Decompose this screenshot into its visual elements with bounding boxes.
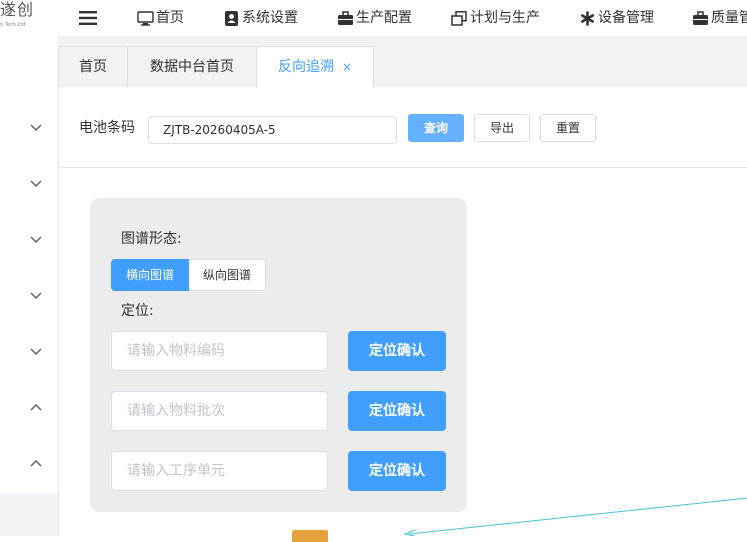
nav-item-label: 生产配置 — [356, 10, 412, 26]
nav-item-quality[interactable]: 质量管 — [692, 0, 747, 36]
tab-bar: 首页 数据中台首页 反向追溯 × — [58, 36, 747, 87]
sidebar-footer — [0, 494, 58, 536]
chevron-down-icon[interactable] — [29, 123, 43, 133]
chevron-down-icon[interactable] — [29, 291, 43, 301]
nav-item-system-settings[interactable]: 系统设置 — [223, 0, 298, 36]
graph-node[interactable] — [292, 530, 328, 542]
chevron-down-icon[interactable] — [29, 179, 43, 189]
material-code-input[interactable]: 请输入物料编码 — [111, 331, 328, 371]
query-bar: 电池条码 ZJTB-20260405A-5 查询 导出 重置 — [58, 87, 747, 168]
graph-form-toggle: 横向图谱 纵向图谱 — [111, 259, 267, 291]
logo: 遂创 — [0, 0, 35, 19]
graph-form-label: 图谱形态: — [121, 231, 182, 247]
sidebar: 遂创 n Tech Ltd — [0, 0, 58, 536]
export-button[interactable]: 导出 — [474, 114, 530, 142]
asterisk-icon — [580, 10, 594, 26]
nav-item-label: 质量管 — [711, 10, 747, 26]
tab-label: 数据中台首页 — [150, 59, 234, 75]
locate-label: 定位: — [121, 303, 154, 319]
chevron-up-icon[interactable] — [29, 458, 43, 468]
chevron-up-icon[interactable] — [29, 402, 43, 412]
nav-item-label: 系统设置 — [242, 10, 298, 26]
nav-item-label: 设备管理 — [598, 10, 654, 26]
material-batch-input[interactable]: 请输入物料批次 — [111, 391, 328, 431]
hamburger-icon[interactable] — [79, 11, 97, 25]
battery-code-label: 电池条码 — [79, 120, 135, 136]
close-icon[interactable]: × — [342, 60, 352, 74]
nav-item-label: 计划与生产 — [470, 10, 540, 26]
tab-label: 反向追溯 — [277, 59, 334, 75]
nav-item-label: 首页 — [156, 10, 184, 26]
nav-item-production-config[interactable]: 生产配置 — [337, 0, 412, 36]
battery-code-input[interactable]: ZJTB-20260405A-5 — [148, 116, 397, 144]
chevron-down-icon[interactable] — [29, 347, 43, 357]
user-card-icon — [225, 10, 238, 26]
top-nav: 首页 系统设置 生产配置 计划与生产 设备管理 质量管 — [58, 0, 747, 36]
horizontal-graph-button[interactable]: 横向图谱 — [111, 259, 190, 291]
control-panel: 图谱形态: 横向图谱 纵向图谱 定位: 请输入物料编码 定位确认 请输入物料批次… — [90, 198, 467, 512]
nav-item-home[interactable]: 首页 — [137, 0, 184, 36]
locate-confirm-button[interactable]: 定位确认 — [348, 331, 446, 371]
process-unit-input[interactable]: 请输入工序单元 — [111, 451, 328, 491]
briefcase-icon — [338, 10, 353, 25]
locate-confirm-button[interactable]: 定位确认 — [348, 391, 446, 431]
graph-area[interactable]: 图谱形态: 横向图谱 纵向图谱 定位: 请输入物料编码 定位确认 请输入物料批次… — [58, 168, 747, 542]
monitor-icon — [137, 10, 154, 26]
query-button[interactable]: 查询 — [408, 114, 464, 142]
tab-home[interactable]: 首页 — [58, 46, 128, 87]
tab-reverse-trace[interactable]: 反向追溯 × — [256, 46, 374, 87]
tab-data-center[interactable]: 数据中台首页 — [127, 46, 257, 87]
logo-subtext: n Tech Ltd — [0, 22, 26, 28]
nav-item-plan-production[interactable]: 计划与生产 — [451, 0, 540, 36]
tab-label: 首页 — [79, 59, 107, 75]
briefcase-icon — [693, 10, 708, 25]
chevron-down-icon[interactable] — [29, 235, 43, 245]
vertical-graph-button[interactable]: 纵向图谱 — [189, 259, 267, 291]
copy-icon — [451, 10, 467, 26]
reset-button[interactable]: 重置 — [540, 114, 596, 142]
locate-confirm-button[interactable]: 定位确认 — [348, 451, 446, 491]
nav-item-equipment[interactable]: 设备管理 — [579, 0, 654, 36]
